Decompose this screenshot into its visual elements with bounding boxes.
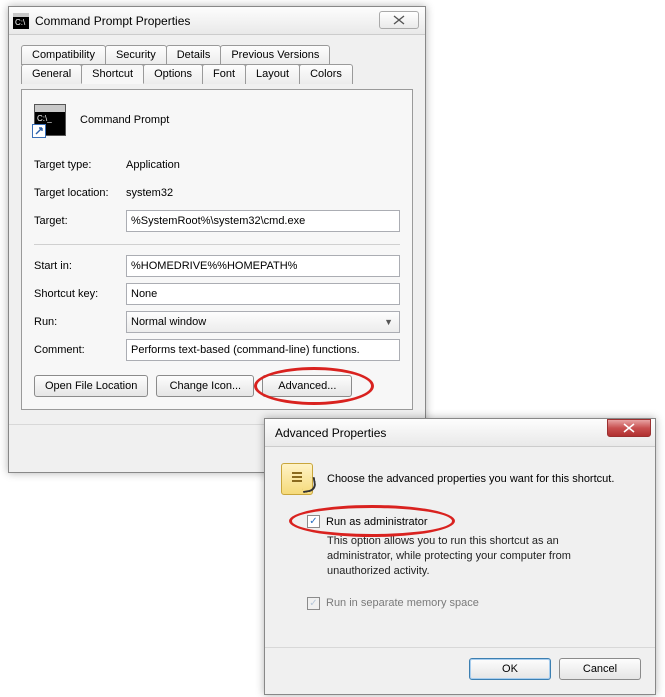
tab-options[interactable]: Options <box>143 64 203 84</box>
tab-security[interactable]: Security <box>105 45 167 65</box>
shortcut-key-label: Shortcut key: <box>34 288 126 300</box>
tab-strip: Compatibility Security Details Previous … <box>21 45 413 85</box>
separate-memory-checkbox: ✓ <box>307 597 320 610</box>
tab-layout[interactable]: Layout <box>245 64 300 84</box>
client-area: Compatibility Security Details Previous … <box>9 35 425 424</box>
properties-window: C:\ Command Prompt Properties Compatibil… <box>8 6 426 473</box>
run-label: Run: <box>34 316 126 328</box>
adv-body: Choose the advanced properties you want … <box>265 447 655 647</box>
adv-cancel-button[interactable]: Cancel <box>559 658 641 680</box>
comment-input[interactable] <box>126 339 400 361</box>
target-type-label: Target type: <box>34 159 126 171</box>
shortcut-title: Command Prompt <box>80 114 169 126</box>
window-title: Command Prompt Properties <box>35 14 421 28</box>
adv-close-button[interactable] <box>607 419 651 437</box>
adv-window-title: Advanced Properties <box>269 426 651 440</box>
separate-memory-label: Run in separate memory space <box>326 597 479 609</box>
target-label: Target: <box>34 215 126 227</box>
change-icon-button[interactable]: Change Icon... <box>156 375 254 397</box>
advanced-properties-window: Advanced Properties Choose the advanced … <box>264 418 656 695</box>
advanced-button[interactable]: Advanced... <box>262 375 352 397</box>
advanced-properties-icon <box>281 463 313 495</box>
adv-titlebar[interactable]: Advanced Properties <box>265 419 655 447</box>
run-as-admin-label: Run as administrator <box>326 516 428 528</box>
tab-font[interactable]: Font <box>202 64 246 84</box>
open-file-location-button[interactable]: Open File Location <box>34 375 148 397</box>
startin-label: Start in: <box>34 260 126 272</box>
close-button[interactable] <box>379 11 419 29</box>
tab-compatibility[interactable]: Compatibility <box>21 45 106 65</box>
tab-details[interactable]: Details <box>166 45 222 65</box>
titlebar[interactable]: C:\ Command Prompt Properties <box>9 7 425 35</box>
run-as-admin-description: This option allows you to run this short… <box>327 534 607 579</box>
target-type-value: Application <box>126 159 180 171</box>
run-as-admin-checkbox[interactable]: ✓ <box>307 515 320 528</box>
adv-footer: OK Cancel <box>265 647 655 694</box>
shortcut-arrow-icon <box>32 124 46 138</box>
run-select[interactable]: Normal window ▼ <box>126 311 400 333</box>
adv-heading: Choose the advanced properties you want … <box>327 473 614 485</box>
tab-shortcut[interactable]: Shortcut <box>81 64 144 84</box>
run-select-value: Normal window <box>131 316 206 328</box>
separator <box>34 244 400 245</box>
adv-ok-button[interactable]: OK <box>469 658 551 680</box>
cmd-window-icon: C:\ <box>13 13 29 29</box>
target-location-value: system32 <box>126 187 173 199</box>
shortcut-key-input[interactable] <box>126 283 400 305</box>
tab-colors[interactable]: Colors <box>299 64 353 84</box>
target-location-label: Target location: <box>34 187 126 199</box>
shortcut-icon: C:\_ <box>34 104 66 136</box>
tab-previous-versions[interactable]: Previous Versions <box>220 45 330 65</box>
comment-label: Comment: <box>34 344 126 356</box>
target-input[interactable] <box>126 210 400 232</box>
startin-input[interactable] <box>126 255 400 277</box>
tab-general[interactable]: General <box>21 64 82 84</box>
chevron-down-icon: ▼ <box>384 317 395 327</box>
svg-text:C:\: C:\ <box>15 18 26 27</box>
shortcut-panel: C:\_ Command Prompt Target type: Applica… <box>21 89 413 410</box>
